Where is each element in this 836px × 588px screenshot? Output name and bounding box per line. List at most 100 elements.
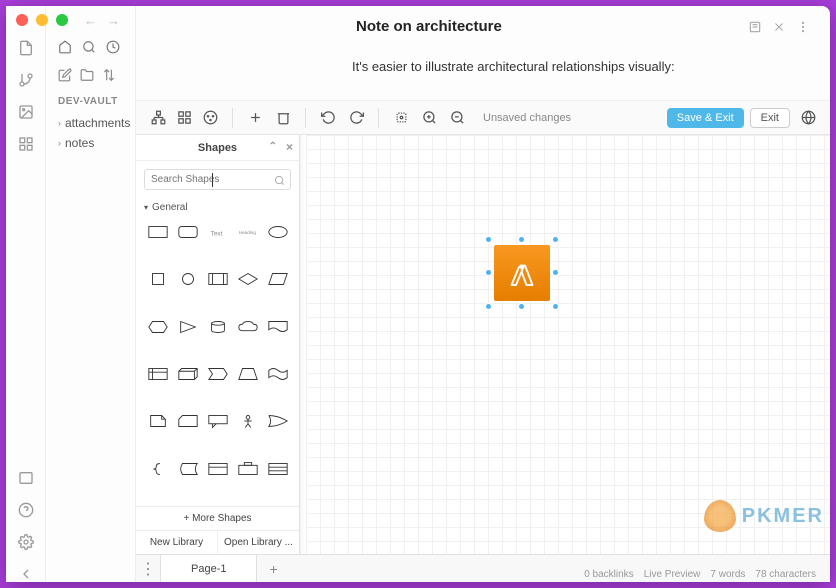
nav-back-icon[interactable]: ← [84, 13, 97, 28]
clock-icon[interactable] [106, 40, 120, 54]
status-backlinks[interactable]: 0 backlinks [584, 569, 633, 580]
open-library-button[interactable]: Open Library ... [218, 531, 299, 554]
shape-process[interactable] [204, 268, 231, 290]
close-window[interactable] [16, 14, 28, 26]
status-chars: 78 characters [755, 569, 816, 580]
shape-step[interactable] [204, 363, 231, 385]
shape-callout[interactable] [204, 410, 231, 432]
tree-folder-notes[interactable]: ›notes [52, 133, 129, 153]
note-title[interactable]: Note on architecture [356, 18, 502, 35]
new-library-button[interactable]: New Library [136, 531, 218, 554]
sort-icon[interactable] [102, 68, 116, 82]
window-controls [16, 14, 68, 26]
shape-cloud[interactable] [234, 316, 261, 338]
fit-icon[interactable] [389, 106, 413, 130]
shape-triangle[interactable] [174, 316, 201, 338]
canvas-area: Shapes ⌃ × ▾ General [136, 135, 830, 554]
shapes-icon[interactable] [172, 106, 196, 130]
settings-icon[interactable] [18, 534, 34, 550]
shape-container[interactable] [204, 458, 231, 480]
resize-handle-ne[interactable] [552, 236, 559, 243]
resize-handle-nw[interactable] [485, 236, 492, 243]
shape-rectangle[interactable] [144, 221, 171, 243]
shape-note[interactable] [144, 410, 171, 432]
globe-icon[interactable] [796, 106, 820, 130]
shape-parallelogram[interactable] [264, 268, 291, 290]
palette-icon[interactable] [198, 106, 222, 130]
resize-handle-se[interactable] [552, 303, 559, 310]
close-note-icon[interactable] [772, 20, 786, 34]
file-tree: ›attachments ›notes [46, 113, 135, 153]
add-page-icon[interactable]: + [257, 561, 289, 577]
maximize-window[interactable] [56, 14, 68, 26]
resize-handle-sw[interactable] [485, 303, 492, 310]
shape-rounded-rect[interactable] [174, 221, 201, 243]
resize-handle-w[interactable] [485, 269, 492, 276]
collapse-icon[interactable] [18, 566, 34, 582]
shape-tape[interactable] [264, 363, 291, 385]
delete-icon[interactable] [271, 106, 295, 130]
grid-icon[interactable] [18, 136, 34, 152]
minimize-window[interactable] [36, 14, 48, 26]
page-menu-icon[interactable]: ⋮ [136, 559, 160, 579]
reading-mode-icon[interactable] [748, 20, 762, 34]
shape-circle[interactable] [174, 268, 201, 290]
resize-handle-e[interactable] [552, 269, 559, 276]
shape-or[interactable] [264, 410, 291, 432]
status-bar: 0 backlinks Live Preview 7 words 78 char… [584, 569, 816, 580]
redo-icon[interactable] [344, 106, 368, 130]
resize-handle-s[interactable] [518, 303, 525, 310]
home-icon[interactable] [58, 40, 72, 54]
resize-handle-n[interactable] [518, 236, 525, 243]
shape-list[interactable] [264, 458, 291, 480]
add-icon[interactable] [243, 106, 267, 130]
canvas-grid[interactable] [306, 135, 830, 554]
close-panel-icon[interactable]: × [286, 140, 293, 154]
new-note-icon[interactable] [58, 68, 72, 82]
shape-text[interactable]: Text [204, 221, 231, 243]
shape-curly-brace[interactable] [144, 458, 171, 480]
status-preview[interactable]: Live Preview [644, 569, 701, 580]
shape-cylinder[interactable] [204, 316, 231, 338]
nav-forward-icon[interactable]: → [107, 13, 120, 28]
undo-icon[interactable] [316, 106, 340, 130]
collapse-panel-icon[interactable]: ⌃ [269, 141, 277, 152]
shape-actor[interactable] [234, 410, 261, 432]
help-icon[interactable] [18, 502, 34, 518]
shapes-search-input[interactable] [144, 169, 291, 190]
shape-square[interactable] [144, 268, 171, 290]
image-icon[interactable] [18, 104, 34, 120]
exit-button[interactable]: Exit [750, 108, 790, 128]
sitemap-icon[interactable] [146, 106, 170, 130]
vault-icon[interactable] [18, 470, 34, 486]
shape-internal-storage[interactable] [144, 363, 171, 385]
more-shapes-button[interactable]: + More Shapes [136, 506, 299, 530]
shapes-category[interactable]: ▾ General [136, 198, 299, 217]
main-pane: Note on architecture It's easier to illu… [136, 6, 830, 582]
more-icon[interactable] [796, 20, 810, 34]
zoom-out-icon[interactable] [445, 106, 469, 130]
shape-cube[interactable] [174, 363, 201, 385]
shape-card[interactable] [174, 410, 201, 432]
shape-container2[interactable] [234, 458, 261, 480]
shape-ellipse[interactable] [264, 221, 291, 243]
shape-textbox[interactable]: Heading [234, 221, 261, 243]
save-exit-button[interactable]: Save & Exit [667, 108, 744, 128]
note-body[interactable]: It's easier to illustrate architectural … [136, 43, 830, 90]
tree-folder-attachments[interactable]: ›attachments [52, 113, 129, 133]
search-icon[interactable] [274, 173, 285, 191]
shape-trapezoid[interactable] [234, 363, 261, 385]
diagram-toolbar: Unsaved changes Save & Exit Exit [136, 101, 830, 135]
page-tab-1[interactable]: Page-1 [160, 555, 257, 582]
file-icon[interactable] [18, 40, 34, 56]
new-folder-icon[interactable] [80, 68, 94, 82]
shape-document[interactable] [264, 316, 291, 338]
shape-diamond[interactable] [234, 268, 261, 290]
shape-data[interactable] [174, 458, 201, 480]
branch-icon[interactable] [18, 72, 34, 88]
app-window: ← → DEV-VAULT ›attachments ›notes [6, 6, 830, 582]
search-icon[interactable] [82, 40, 96, 54]
zoom-in-icon[interactable] [417, 106, 441, 130]
shape-hexagon[interactable] [144, 316, 171, 338]
selected-shape-lambda[interactable] [485, 236, 559, 310]
